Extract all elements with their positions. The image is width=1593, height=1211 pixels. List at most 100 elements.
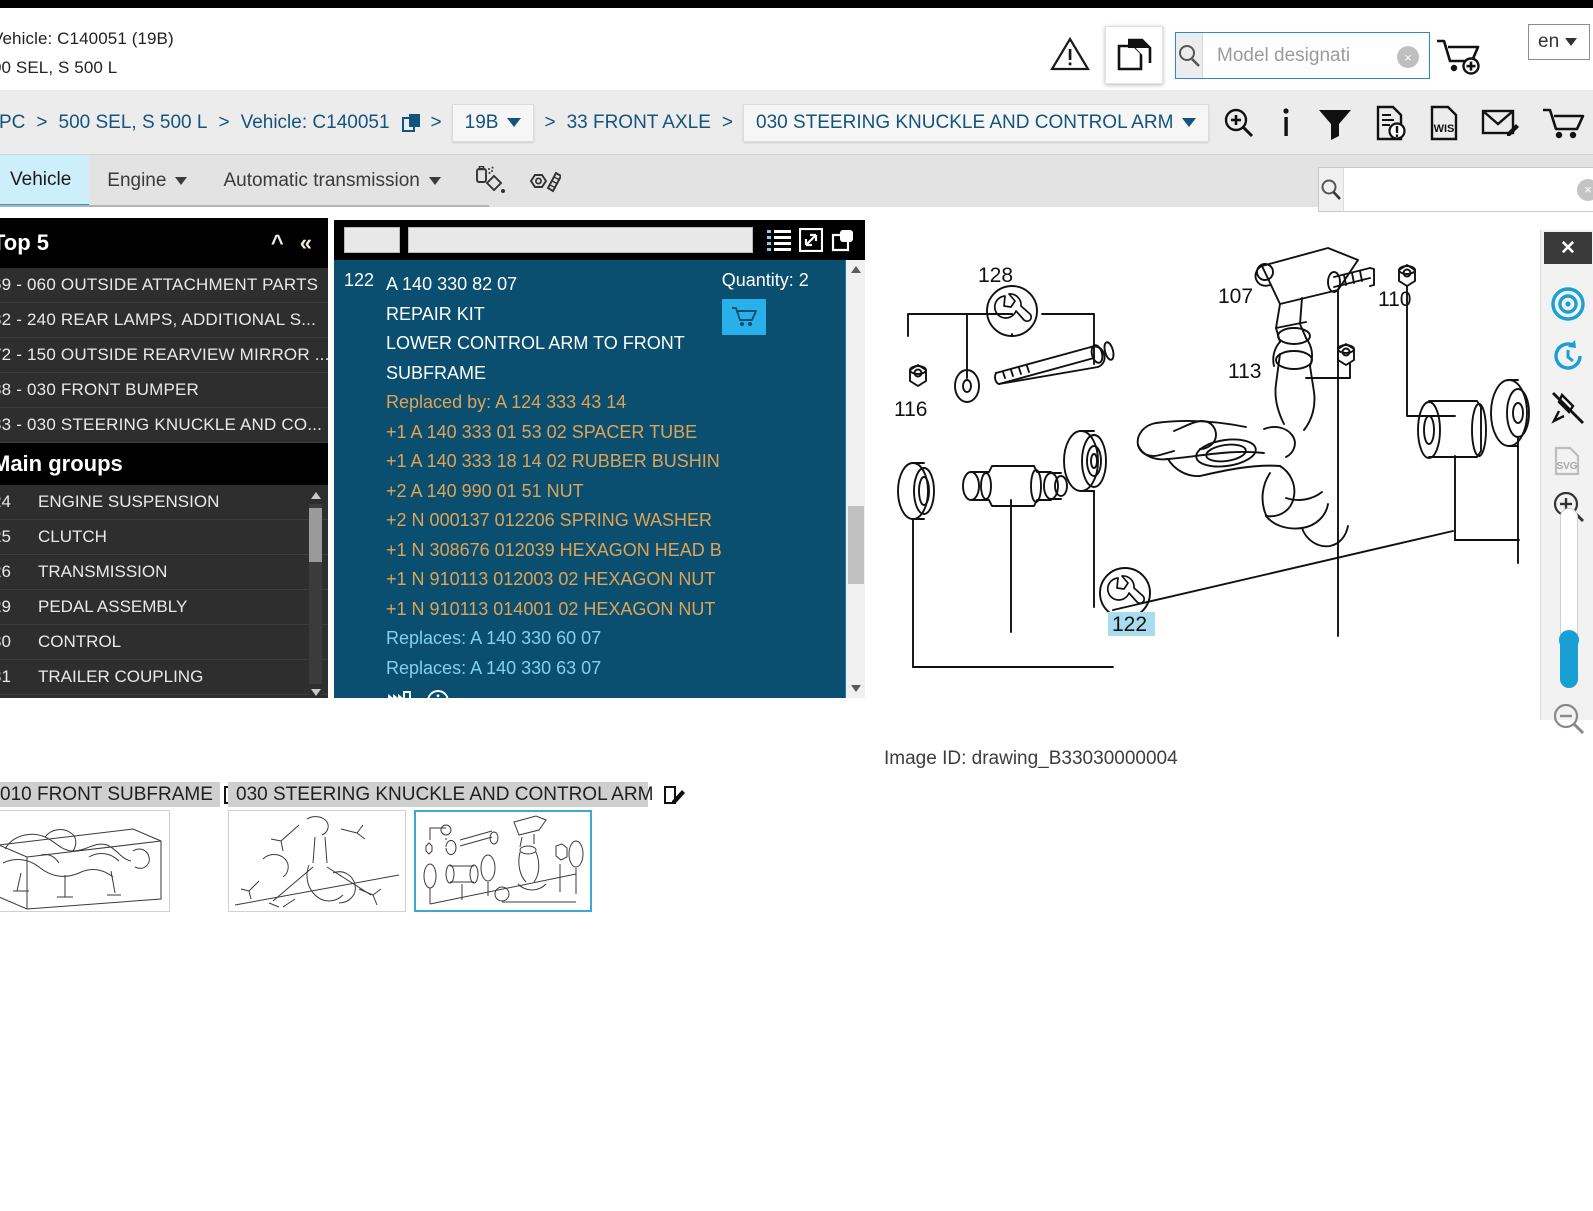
zoom-slider-knob[interactable] [1559, 630, 1579, 650]
cart-icon[interactable] [1541, 106, 1585, 140]
thumbnail-card[interactable] [0, 810, 170, 912]
scroll-down-arrow-icon[interactable] [311, 689, 321, 696]
add-to-cart-button[interactable] [721, 299, 766, 335]
tab-vehicle[interactable]: Vehicle [0, 155, 90, 207]
info-icon[interactable] [1277, 106, 1295, 140]
main-group-label: CONTROL [38, 632, 122, 651]
breadcrumb-item-vehicle[interactable]: Vehicle: C140051 [234, 112, 397, 134]
list-view-icon[interactable] [767, 229, 791, 251]
mail-edit-icon[interactable] [1481, 107, 1519, 139]
top5-title: Top 5 [0, 230, 50, 255]
technical-drawing[interactable]: 128 116 107 113 110 122 [866, 218, 1546, 718]
clear-search-icon[interactable]: × [1577, 178, 1593, 201]
breadcrumb-dropdown-19b[interactable]: 19B [451, 103, 535, 142]
main-group-row[interactable]: 24 ENGINE SUSPENSION [0, 485, 328, 520]
part-component: +1 A 140 333 01 53 02 SPACER TUBE [386, 421, 698, 442]
part-entry[interactable]: 122 A 140 330 82 07 REPAIR KIT LOWER CON… [334, 270, 865, 683]
top5-item-3-label: 88 - 030 FRONT BUMPER [0, 380, 199, 399]
part-details: A 140 330 82 07 REPAIR KIT LOWER CONTROL… [386, 270, 722, 683]
main-group-num: 31 [0, 667, 11, 686]
target-focus-icon[interactable] [1546, 282, 1590, 326]
parts-filter-input[interactable] [408, 227, 753, 253]
copy-icon[interactable] [397, 112, 427, 134]
zoom-slider[interactable] [1559, 508, 1579, 688]
tab-engine[interactable]: Engine [89, 155, 205, 207]
scroll-up-arrow-icon[interactable] [851, 266, 861, 273]
svg-export-icon[interactable]: SVG [1546, 438, 1590, 482]
edit-pencil-icon[interactable] [663, 784, 686, 806]
clear-search-icon[interactable]: × [1397, 46, 1419, 68]
parts-panel-header [334, 220, 865, 260]
document-alert-icon[interactable] [1375, 105, 1407, 141]
breadcrumb-item-front-axle[interactable]: 33 FRONT AXLE [560, 112, 718, 134]
chevron-up-icon[interactable]: ^ [271, 230, 284, 256]
thumbnail-group-title[interactable]: 010 FRONT SUBFRAME [0, 782, 245, 807]
scrollbar-thumb[interactable] [309, 508, 322, 562]
part-number[interactable]: A 140 330 82 07 [386, 270, 722, 300]
double-chevron-left-icon[interactable]: « [300, 230, 312, 256]
warning-triangle-icon[interactable] [1050, 36, 1090, 72]
parts-panel-scrollbar[interactable] [845, 260, 865, 698]
duplicate-icon[interactable] [831, 228, 855, 252]
main-groups-scrollbar[interactable] [309, 490, 322, 698]
part-component: +1 N 910113 014001 02 HEXAGON NUT [386, 598, 716, 619]
main-group-row[interactable]: 31 TRAILER COUPLING [0, 660, 328, 695]
model-search-box[interactable]: × [1175, 32, 1464, 79]
chevron-down-icon [175, 177, 188, 185]
main-group-row[interactable]: 29 PEDAL ASSEMBLY [0, 590, 328, 625]
top5-item-3[interactable]: 88 - 030 FRONT BUMPER [0, 373, 328, 408]
main-group-row[interactable]: 25 CLUTCH [0, 520, 328, 555]
top5-item-0[interactable]: 69 - 060 OUTSIDE ATTACHMENT PARTS [0, 268, 328, 303]
parts-filter-cell[interactable] [344, 227, 400, 253]
top5-item-2[interactable]: 72 - 150 OUTSIDE REARVIEW MIRROR ... [0, 338, 328, 373]
part-replaces: Replaces: A 140 330 60 07 [386, 628, 602, 648]
breadcrumb-separator: > [544, 111, 556, 133]
scroll-up-arrow-icon[interactable] [311, 492, 321, 499]
main-group-num: 30 [0, 632, 11, 651]
paint-spray-icon[interactable] [473, 166, 507, 196]
secondary-search-input[interactable] [1344, 168, 1577, 211]
model-search-input[interactable] [1203, 33, 1464, 78]
callout-110: 110 [1378, 288, 1411, 311]
close-icon[interactable]: ✕ [1544, 232, 1592, 264]
fastener-tool-icon[interactable] [527, 166, 561, 196]
main-group-row[interactable]: 26 TRANSMISSION [0, 555, 328, 590]
main-group-num: 25 [0, 527, 11, 546]
main-groups-header: Main groups [0, 443, 328, 485]
part-component: +1 N 910113 012003 02 HEXAGON NUT [386, 569, 716, 589]
thumbnail-row [0, 810, 220, 912]
breadcrumb-item-model[interactable]: 500 SEL, S 500 L [52, 112, 215, 134]
secondary-search-box[interactable]: × [1318, 167, 1593, 212]
top-black-strip [0, 0, 1593, 8]
wis-document-icon[interactable]: WIS [1429, 105, 1459, 141]
reset-rotation-icon[interactable] [1546, 334, 1590, 378]
main-group-row[interactable]: 30 CONTROL [0, 625, 328, 660]
thumbnail-card[interactable] [414, 810, 592, 912]
thumbnail-strip: 010 FRONT SUBFRAME 030 STEERING KNUCKLE … [0, 782, 1593, 930]
thumbnail-group-front-subframe: 010 FRONT SUBFRAME [0, 782, 245, 912]
parts-panel-header-icons [767, 228, 855, 252]
thumbnail-group-title[interactable]: 030 STEERING KNUCKLE AND CONTROL ARM [228, 782, 686, 807]
part-replaced-by: Replaced by: A 124 333 43 14 [386, 392, 627, 412]
breadcrumb-item-pc[interactable]: PC [0, 112, 32, 134]
thumbnail-card[interactable] [228, 810, 406, 912]
scrollbar-thumb[interactable] [848, 506, 864, 584]
top5-item-4[interactable]: 33 - 030 STEERING KNUCKLE AND CO... [0, 408, 328, 443]
tab-automatic-transmission[interactable]: Automatic transmission [205, 155, 458, 207]
filter-funnel-icon[interactable] [1317, 106, 1353, 140]
tab-engine-label: Engine [107, 170, 167, 191]
zoom-search-icon[interactable] [1221, 106, 1255, 140]
parts-panel-body: 122 A 140 330 82 07 REPAIR KIT LOWER CON… [334, 260, 865, 698]
copy-documents-icon[interactable] [1105, 26, 1163, 84]
info-circle-icon[interactable] [426, 689, 450, 698]
scroll-down-arrow-icon[interactable] [851, 685, 861, 692]
top5-item-1[interactable]: 82 - 240 REAR LAMPS, ADDITIONAL S... [0, 303, 328, 338]
language-selector[interactable]: en [1528, 24, 1590, 60]
breadcrumb-dropdown-subgroup[interactable]: 030 STEERING KNUCKLE AND CONTROL ARM [743, 103, 1210, 142]
expand-icon[interactable] [799, 228, 823, 252]
factory-icon[interactable] [388, 690, 412, 698]
left-sidebar: Top 5 ^ « 69 - 060 OUTSIDE ATTACHMENT PA… [0, 218, 328, 698]
zoom-out-icon[interactable] [1546, 696, 1590, 740]
unpin-icon[interactable] [1546, 386, 1590, 430]
cart-add-icon[interactable] [1435, 36, 1487, 76]
